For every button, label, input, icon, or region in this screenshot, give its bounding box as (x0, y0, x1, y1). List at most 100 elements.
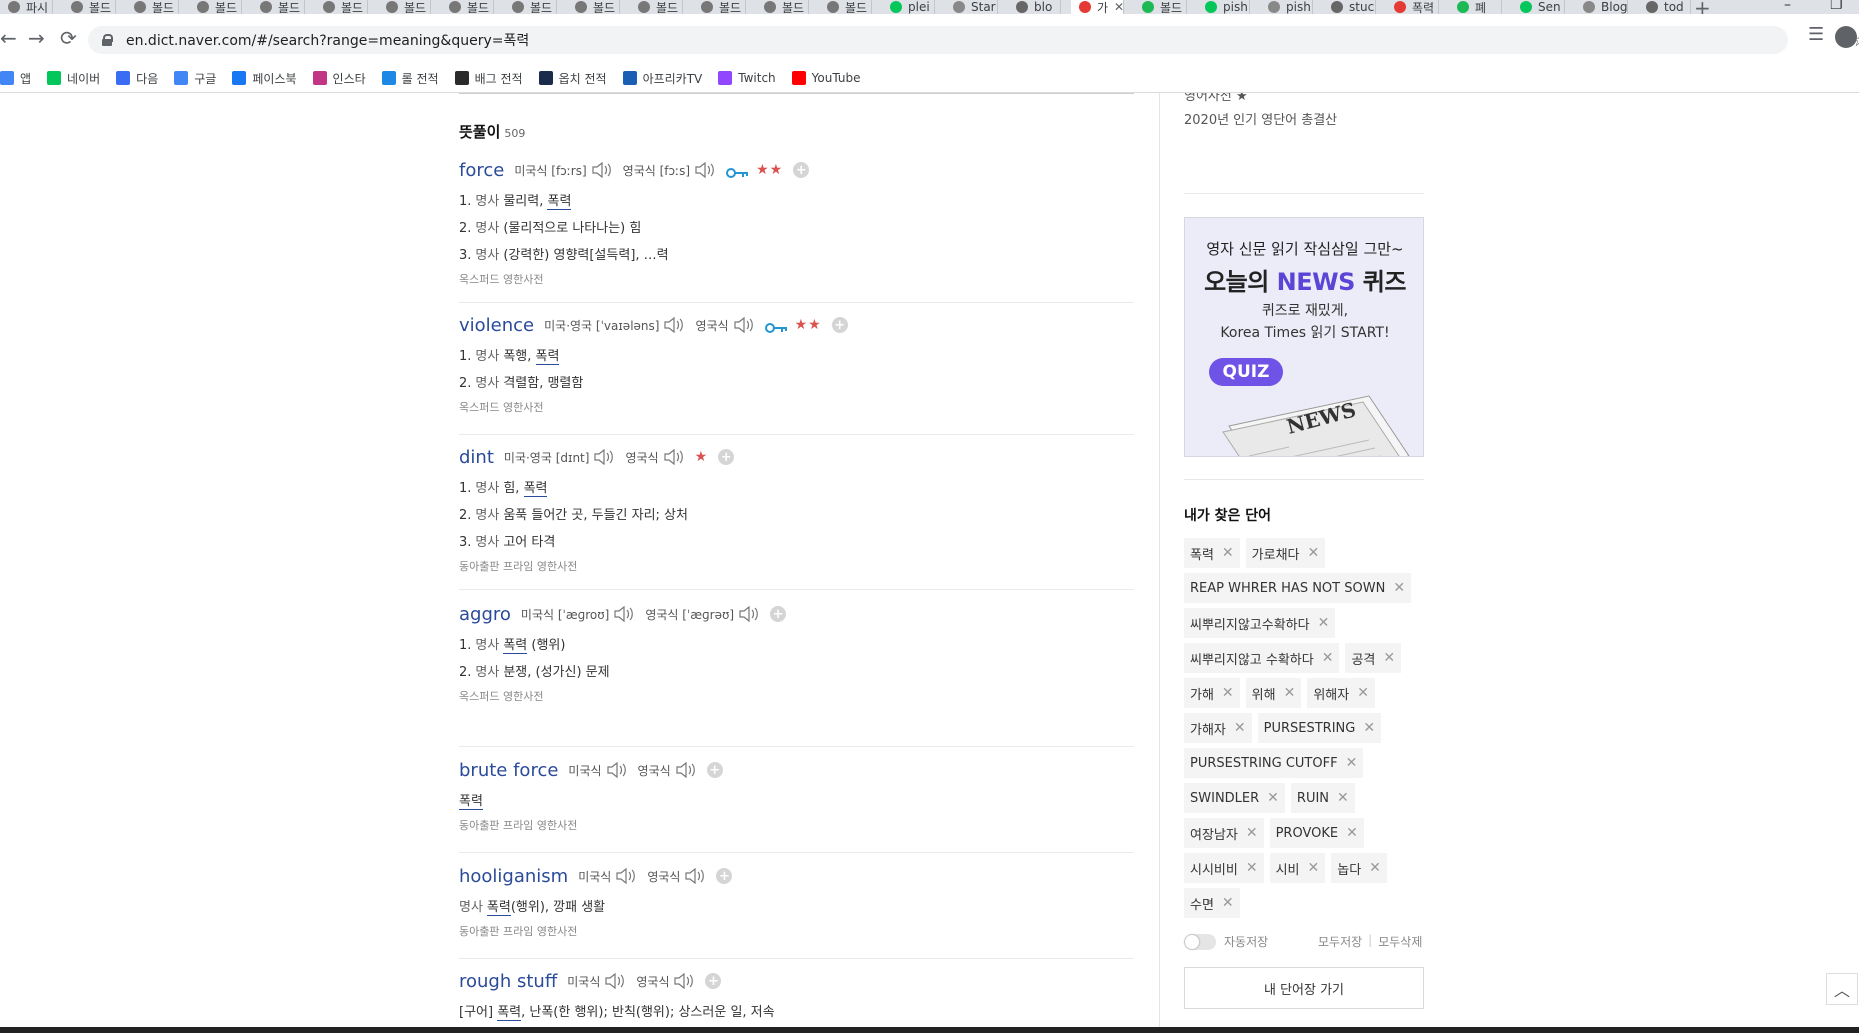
dictionary-source[interactable]: 동아출판 프라임 영한사전 (459, 817, 1134, 833)
definition-highlight[interactable]: 폭력 (503, 638, 528, 654)
bookmark-item[interactable]: 아프리카TV (622, 70, 702, 87)
browser-tab[interactable]: 볼드 (630, 0, 683, 14)
speaker-icon[interactable] (613, 606, 635, 622)
browser-tab[interactable]: 볼드 (441, 0, 494, 14)
browser-tab[interactable]: 가 ✕ (1071, 0, 1124, 14)
browser-tab[interactable]: 볼드 (252, 0, 305, 14)
browser-tab[interactable]: 볼드 (693, 0, 746, 14)
speaker-icon[interactable] (694, 162, 716, 178)
news-quiz-ad[interactable]: 영자 신문 읽기 작심삼일 그만~ 오늘의 NEWS 퀴즈 퀴즈로 재밌게, K… (1184, 217, 1424, 457)
add-to-wordbook-icon[interactable]: + (770, 606, 787, 622)
dictionary-source[interactable]: 옥스퍼드 영한사전 (459, 688, 1134, 704)
autosave-toggle[interactable]: 자동저장 (1184, 933, 1268, 950)
speaker-icon[interactable] (733, 317, 755, 333)
browser-tab[interactable]: 볼드 (756, 0, 809, 14)
dictionary-source[interactable]: 옥스퍼드 영한사전 (459, 271, 1134, 287)
definition-highlight[interactable]: 폭력 (523, 481, 548, 497)
recent-word-label[interactable]: REAP WHRER HAS NOT SOWN (1190, 581, 1385, 596)
reading-list-icon[interactable]: ☰ (1808, 24, 1824, 45)
recent-word-label[interactable]: 가해 (1190, 684, 1214, 703)
remove-word-icon[interactable]: ✕ (1284, 685, 1296, 701)
speaker-icon[interactable] (593, 449, 615, 465)
recent-word-chip[interactable]: REAP WHRER HAS NOT SOWN ✕ (1184, 573, 1412, 603)
browser-tab[interactable]: plei (882, 0, 935, 14)
entry-word-link[interactable]: aggro (459, 604, 511, 625)
speaker-icon[interactable] (675, 762, 697, 778)
add-to-wordbook-icon[interactable]: + (831, 317, 848, 333)
recent-word-chip[interactable]: PURSESTRING ✕ (1257, 713, 1382, 743)
remove-word-icon[interactable]: ✕ (1337, 790, 1349, 806)
recent-word-label[interactable]: 시시비비 (1190, 859, 1238, 878)
bookmark-item[interactable]: 페이스북 (232, 70, 297, 87)
bookmark-item[interactable]: 롤 전적 (381, 70, 439, 87)
forward-icon[interactable]: → (28, 26, 45, 50)
definition-highlight[interactable]: 폭력 (497, 1005, 522, 1021)
remove-word-icon[interactable]: ✕ (1308, 860, 1320, 876)
recent-word-chip[interactable]: 수면 ✕ (1184, 888, 1240, 918)
add-to-wordbook-icon[interactable]: + (793, 162, 810, 178)
remove-word-icon[interactable]: ✕ (1246, 825, 1258, 841)
speaker-icon[interactable] (663, 449, 685, 465)
recent-word-chip[interactable]: RUIN ✕ (1290, 783, 1355, 813)
minimize-icon[interactable]: – (1784, 0, 1791, 13)
entry-word-link[interactable]: violence (459, 315, 534, 336)
remove-word-icon[interactable]: ✕ (1246, 860, 1258, 876)
recent-word-chip[interactable]: 시시비비 ✕ (1184, 853, 1264, 883)
browser-tab[interactable]: 볼드 (378, 0, 431, 14)
speaker-icon[interactable] (591, 162, 613, 178)
definition-highlight[interactable]: 폭력 (486, 900, 511, 916)
browser-tab[interactable]: Sen (1512, 0, 1565, 14)
recent-word-chip[interactable]: 가로채다 ✕ (1245, 538, 1326, 568)
profile-avatar-icon[interactable] (1835, 26, 1857, 48)
recent-word-label[interactable]: SWINDLER (1190, 791, 1259, 806)
recent-word-label[interactable]: PURSESTRING CUTOFF (1190, 756, 1338, 771)
browser-tab[interactable]: 볼드 (567, 0, 620, 14)
recent-word-label[interactable]: 위해 (1252, 684, 1276, 703)
remove-word-icon[interactable]: ✕ (1369, 860, 1381, 876)
browser-tab[interactable]: 볼드 (1134, 0, 1187, 14)
bookmark-item[interactable]: 인스타 (312, 70, 366, 87)
remove-word-icon[interactable]: ✕ (1363, 720, 1375, 736)
browser-tab[interactable]: Blog (1575, 0, 1628, 14)
recent-word-chip[interactable]: 공격 ✕ (1345, 643, 1402, 673)
speaker-icon[interactable] (604, 973, 626, 989)
bookmark-item[interactable]: Twitch (718, 71, 776, 85)
browser-tab[interactable]: 폭력 (1386, 0, 1439, 14)
browser-tab[interactable]: blo (1008, 0, 1061, 14)
recent-word-chip[interactable]: 씨뿌리지않고수확하다 ✕ (1184, 608, 1336, 638)
remove-word-icon[interactable]: ✕ (1234, 720, 1246, 736)
bookmark-item[interactable]: 배그 전적 (454, 70, 523, 87)
recent-word-chip[interactable]: PROVOKE ✕ (1269, 818, 1364, 848)
recent-word-chip[interactable]: 위해 ✕ (1245, 678, 1302, 708)
entry-word-link[interactable]: rough stuff (459, 971, 557, 992)
remove-word-icon[interactable]: ✕ (1222, 545, 1234, 561)
remove-word-icon[interactable]: ✕ (1267, 790, 1279, 806)
recent-word-label[interactable]: 위해자 (1313, 684, 1349, 703)
definition-highlight[interactable]: 폭력 (459, 794, 483, 810)
bookmark-item[interactable]: 앱 (0, 70, 31, 87)
recent-word-chip[interactable]: 가해 ✕ (1184, 678, 1240, 708)
browser-tab[interactable]: 볼드 (315, 0, 368, 14)
recent-word-chip[interactable]: 여장남자 ✕ (1184, 818, 1264, 848)
browser-tab[interactable]: tod (1638, 0, 1691, 14)
browser-tab[interactable]: 볼드 (189, 0, 242, 14)
remove-word-icon[interactable]: ✕ (1222, 685, 1234, 701)
remove-word-icon[interactable]: ✕ (1308, 545, 1320, 561)
browser-tab[interactable]: pish (1260, 0, 1313, 14)
add-to-wordbook-icon[interactable]: + (706, 762, 723, 778)
browser-tab[interactable]: 볼드 (126, 0, 179, 14)
remove-word-icon[interactable]: ✕ (1346, 755, 1358, 771)
bookmark-item[interactable]: 네이버 (47, 70, 100, 87)
recent-word-chip[interactable]: PURSESTRING CUTOFF ✕ (1184, 748, 1364, 778)
recent-word-chip[interactable]: 위해자 ✕ (1307, 678, 1375, 708)
promo-link[interactable]: 2020년 인기 영단어 총결산 (1184, 109, 1337, 128)
restore-icon[interactable]: ❐ (1830, 0, 1843, 13)
dictionary-source[interactable]: 동아출판 프라임 영한사전 (459, 923, 1134, 939)
recent-word-label[interactable]: 여장남자 (1190, 824, 1238, 843)
browser-tab[interactable]: pish (1197, 0, 1250, 14)
goto-wordbook-button[interactable]: 내 단어장 가기 (1184, 967, 1424, 1009)
definition-highlight[interactable]: 폭력 (547, 194, 572, 210)
recent-word-label[interactable]: 씨뿌리지않고수확하다 (1190, 614, 1310, 633)
back-icon[interactable]: ← (0, 26, 17, 50)
browser-tab[interactable]: 볼드 (819, 0, 872, 14)
